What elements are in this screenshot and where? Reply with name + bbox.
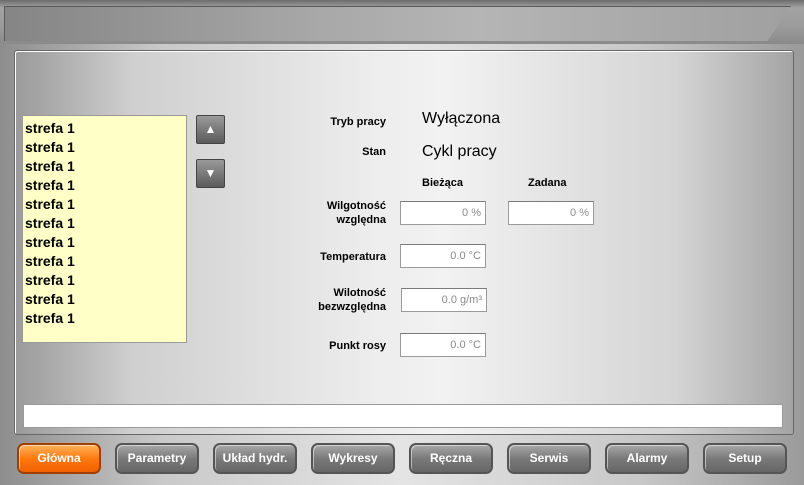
zone-item[interactable]: strefa 1 [25, 233, 186, 252]
abs-humidity-label: Wilotność bezwzględna [290, 286, 386, 314]
zone-list[interactable]: strefa 1 strefa 1 strefa 1 strefa 1 stre… [22, 115, 187, 343]
scroll-up-button[interactable]: ▲ [196, 115, 225, 144]
abs-humidity-field[interactable]: 0.0 g/m³ [401, 288, 487, 312]
dew-point-field[interactable]: 0.0 °C [400, 333, 486, 357]
mode-label: Tryb pracy [330, 116, 386, 128]
state-label: Stan [362, 146, 386, 158]
title-bar-inner [4, 6, 791, 41]
zone-item[interactable]: strefa 1 [25, 176, 186, 195]
zone-item[interactable]: strefa 1 [25, 195, 186, 214]
zone-item[interactable]: strefa 1 [25, 119, 186, 138]
mode-value: Wyłączona [422, 110, 501, 127]
rel-humidity-label-line1: Wilgotność [326, 200, 386, 212]
rel-humidity-label-line2: względna [336, 214, 386, 226]
rel-humidity-label: Wilgotność względna [290, 199, 386, 227]
abs-humidity-label-line2: bezwzględna [318, 301, 386, 313]
col-set-header: Zadana [528, 177, 567, 189]
nav-button-alarmy[interactable]: Alarmy [605, 443, 689, 474]
zone-item[interactable]: strefa 1 [25, 214, 186, 233]
col-current-header: Bieżąca [422, 177, 463, 189]
abs-humidity-label-line1: Wilotność [333, 287, 386, 299]
rel-humidity-current-field[interactable]: 0 % [400, 201, 486, 225]
nav-button-serwis[interactable]: Serwis [507, 443, 591, 474]
zone-item[interactable]: strefa 1 [25, 157, 186, 176]
zone-item[interactable]: strefa 1 [25, 309, 186, 328]
nav-button-reczna[interactable]: Ręczna [409, 443, 493, 474]
nav-button-parametry[interactable]: Parametry [115, 443, 199, 474]
nav-button-setup[interactable]: Setup [703, 443, 787, 474]
scroll-down-button[interactable]: ▼ [196, 159, 225, 188]
temperature-label: Temperatura [320, 251, 386, 263]
zone-item[interactable]: strefa 1 [25, 271, 186, 290]
nav-button-uklad-hydr[interactable]: Układ hydr. [213, 443, 297, 474]
state-value: Cykl pracy [422, 143, 497, 160]
rel-humidity-set-field[interactable]: 0 % [508, 201, 594, 225]
nav-button-wykresy[interactable]: Wykresy [311, 443, 395, 474]
title-bar [0, 0, 804, 44]
dew-point-label: Punkt rosy [329, 340, 386, 352]
zone-item[interactable]: strefa 1 [25, 252, 186, 271]
arrow-up-icon: ▲ [204, 122, 217, 136]
status-bar [23, 404, 783, 428]
zone-item[interactable]: strefa 1 [25, 138, 186, 157]
arrow-down-icon: ▼ [204, 166, 217, 180]
zone-item[interactable]: strefa 1 [25, 290, 186, 309]
temperature-field[interactable]: 0.0 °C [400, 244, 486, 268]
nav-button-glowna[interactable]: Główna [17, 443, 101, 474]
